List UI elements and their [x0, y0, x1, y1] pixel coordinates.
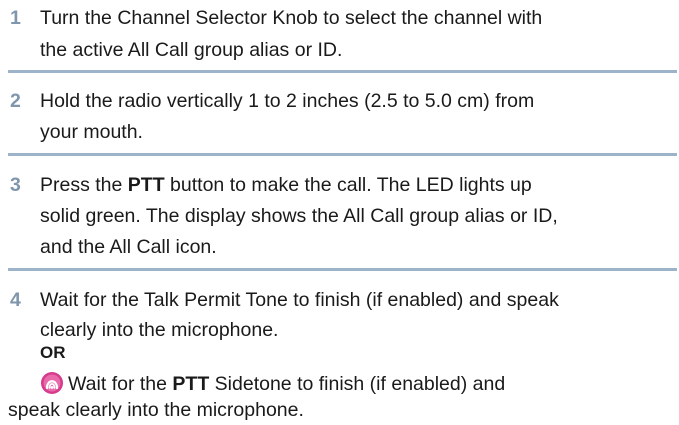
step-number: 4 [10, 289, 21, 311]
step-divider [8, 153, 677, 156]
step-text-post: Sidetone to finish (if enabled) and [209, 373, 506, 395]
step-text-line: Press the PTT button to make the call. T… [40, 173, 532, 198]
step-text-post: button to make the call. The LED lights … [164, 174, 532, 196]
step-text-line: the active All Call group alias or ID. [40, 39, 343, 61]
step-text-line: clearly into the microphone. [40, 319, 279, 341]
ptt-sidetone-label: PTT [172, 373, 210, 395]
step-text-line: Wait for the PTT Sidetone to finish (if … [40, 371, 505, 397]
step-divider [8, 70, 677, 73]
ip-radio-icon [40, 371, 64, 395]
step-text-line: Wait for the Talk Permit Tone to finish … [40, 289, 559, 311]
step-number: 3 [10, 174, 21, 196]
step-divider [8, 268, 677, 271]
step-text-pre: Wait for the [68, 373, 173, 395]
step-text-line: Hold the radio vertically 1 to 2 inches … [40, 90, 535, 112]
step-text-line: solid green. The display shows the All C… [40, 205, 558, 227]
step-text-line: speak clearly into the microphone. [8, 399, 304, 421]
step-text-pre: Press the [40, 174, 128, 196]
step-text-line: Turn the Channel Selector Knob to select… [40, 7, 543, 29]
step-text-line: your mouth. [40, 121, 143, 143]
step-number: 2 [10, 90, 21, 112]
ptt-button-label: PTT [127, 174, 165, 196]
step-text-line: and the All Call icon. [40, 236, 217, 258]
or-label: OR [40, 343, 66, 362]
step-number: 1 [10, 7, 21, 29]
